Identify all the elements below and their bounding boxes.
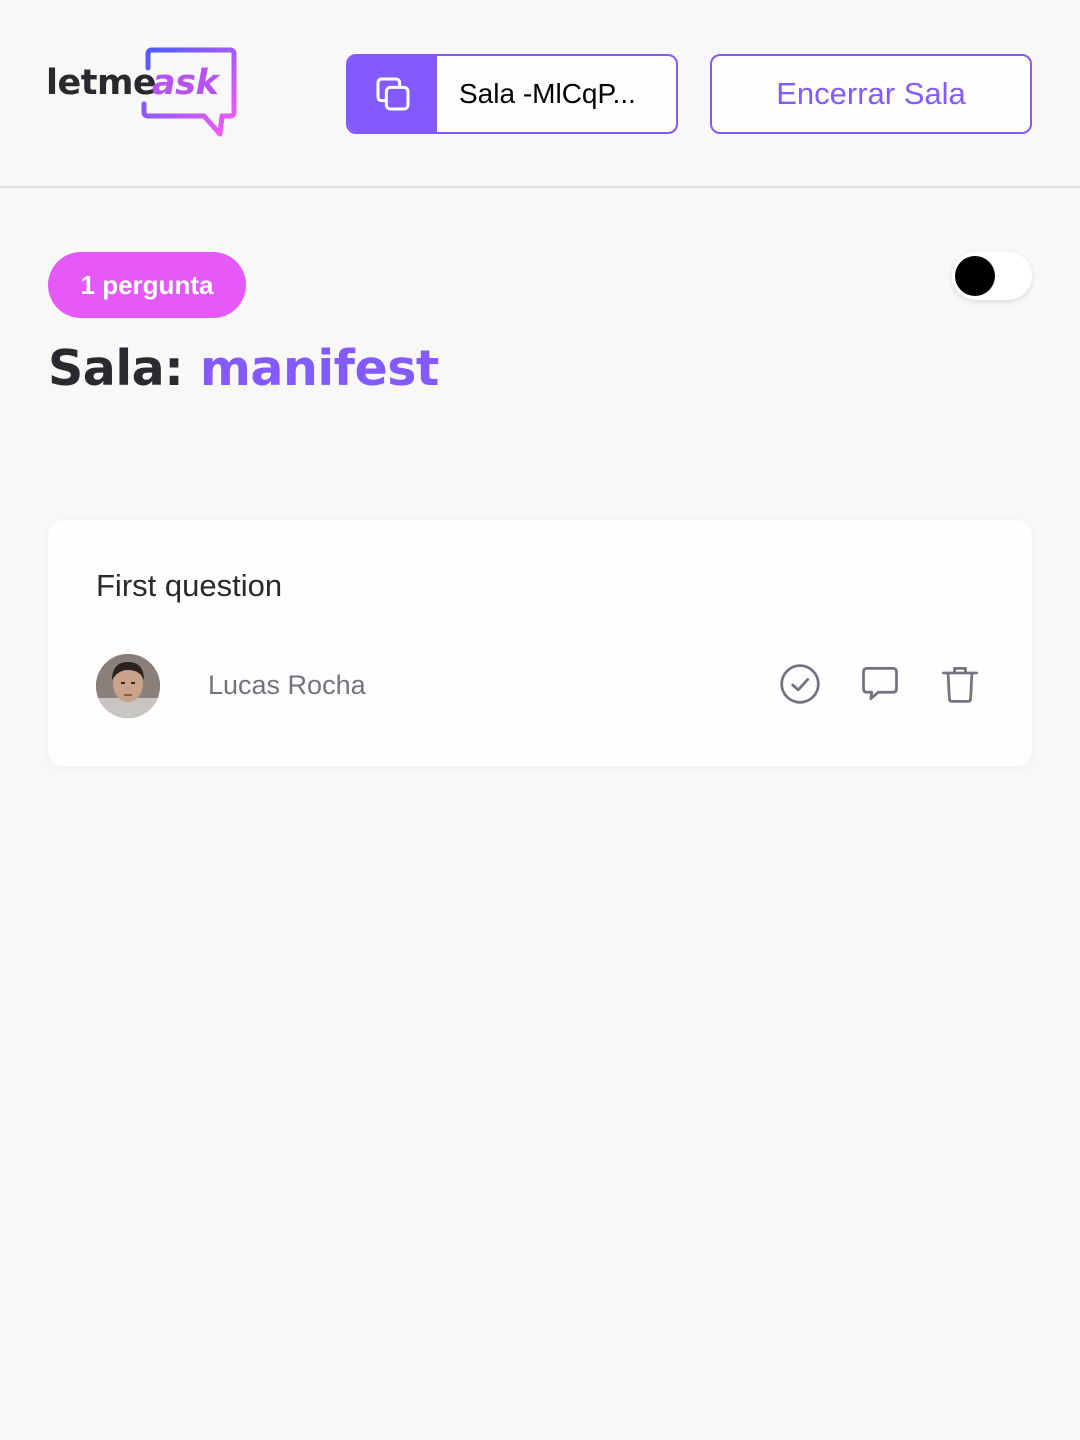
highlight-question-button[interactable]	[856, 660, 904, 708]
title-prefix: Sala:	[48, 340, 200, 397]
close-room-button[interactable]: Encerrar Sala	[710, 54, 1032, 134]
theme-toggle[interactable]	[952, 252, 1032, 300]
author-name: Lucas Rocha	[208, 670, 366, 700]
question-card: First question Lucas Rocha	[48, 520, 1032, 766]
question-text: First question	[96, 568, 283, 603]
logo-letme-text: letme	[46, 63, 157, 103]
room-code-button[interactable]: Sala -MlCqP...	[346, 54, 678, 134]
letmeask-logo[interactable]: letme ask	[46, 46, 238, 140]
copy-button[interactable]	[348, 56, 437, 132]
question-count-badge: 1 pergunta	[48, 252, 246, 318]
copy-icon	[376, 77, 409, 111]
header: letme ask Sala -MlCqP... Encerrar Sala	[0, 0, 1080, 188]
user-photo-icon	[96, 654, 160, 718]
trash-icon	[942, 667, 978, 703]
logo-ask-text: ask	[152, 63, 219, 103]
mark-answered-button[interactable]	[776, 660, 824, 708]
toggle-knob	[955, 256, 995, 296]
page-title: Sala: manifest	[48, 340, 439, 397]
delete-question-button[interactable]	[936, 660, 984, 708]
room-code-label: Sala -MlCqP...	[459, 78, 636, 109]
avatar	[96, 654, 160, 718]
room-name: manifest	[199, 340, 439, 397]
message-icon	[862, 667, 898, 701]
check-circle-icon	[780, 664, 820, 704]
